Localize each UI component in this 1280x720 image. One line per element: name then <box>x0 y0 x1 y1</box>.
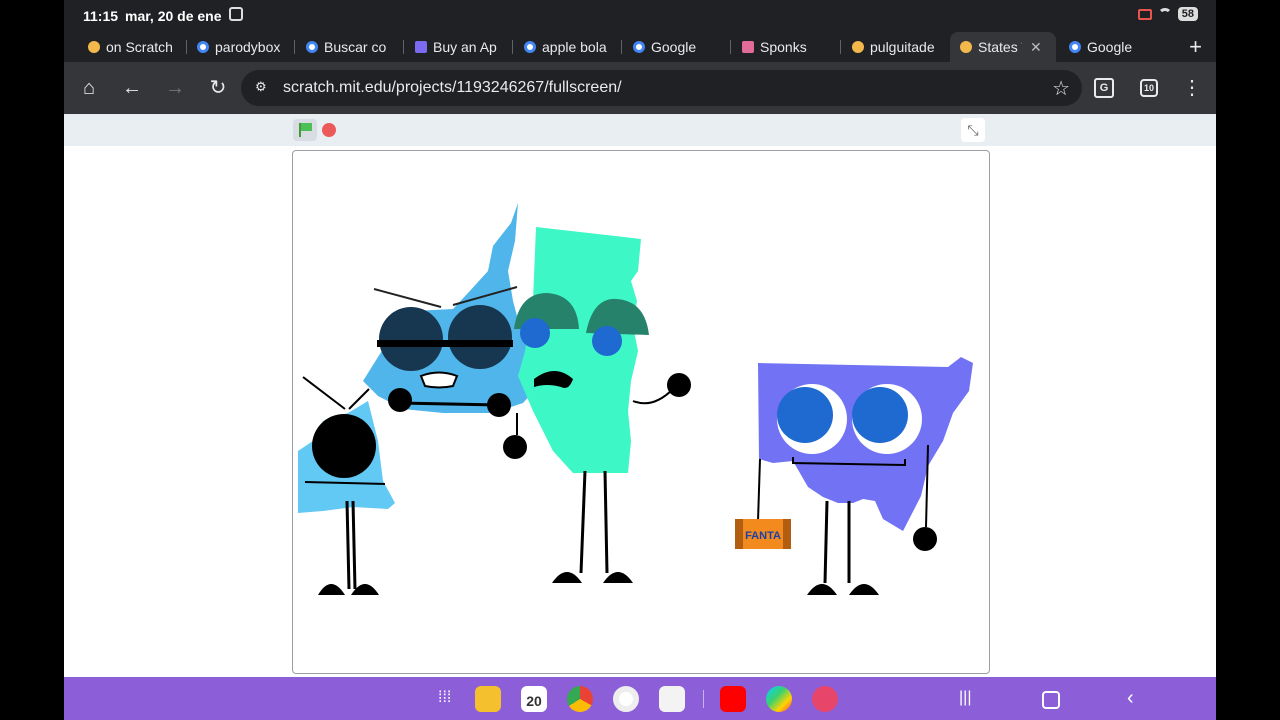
google-icon <box>633 41 645 53</box>
files-app-icon[interactable] <box>475 686 501 712</box>
tab-label: parodybox <box>215 39 281 55</box>
tab-states-active[interactable]: States T ✕ <box>950 32 1056 62</box>
camera-app-icon[interactable] <box>613 686 639 712</box>
tab-google[interactable]: Google <box>633 32 721 62</box>
tab-google-2[interactable]: Google <box>1069 32 1165 62</box>
home-nav-icon[interactable] <box>1042 691 1060 709</box>
google-icon <box>524 41 536 53</box>
tab-strip: on Scratch parodybox Buscar co Buy an Ap… <box>64 32 1216 62</box>
tablet-screen: 11:15 mar, 20 de ene 58 on Scratch parod… <box>64 0 1216 720</box>
scratch-icon <box>960 41 972 53</box>
tab-separator <box>840 40 841 54</box>
fanta-can: FANTA <box>735 519 791 549</box>
tab-label: Google <box>1087 39 1133 55</box>
google-icon <box>306 41 318 53</box>
tab-label: on Scratch <box>106 39 173 55</box>
scratch-icon <box>88 41 100 53</box>
tab-label: pulguitade <box>870 39 935 55</box>
android-nav-bar: ⁞⁞⁞ 20 ||| ‹ <box>64 677 1216 720</box>
sprite-purple-state <box>757 357 973 595</box>
tab-buy-an-app[interactable]: Buy an Ap <box>415 32 503 62</box>
browser-toolbar: ⌂ ← → ↻ ⚙ scratch.mit.edu/projects/11932… <box>64 62 1216 114</box>
sprite-green-state <box>503 227 691 583</box>
tab-label: Sponks <box>760 39 807 55</box>
close-tab-icon[interactable]: ✕ <box>1030 39 1042 56</box>
google-icon <box>197 41 209 53</box>
tab-separator <box>621 40 622 54</box>
date: mar, 20 de ene <box>125 8 222 24</box>
green-flag-button[interactable] <box>293 119 317 141</box>
tab-label: apple bola <box>542 39 607 55</box>
game-app-icon[interactable] <box>659 686 685 712</box>
new-tab-icon[interactable]: + <box>1189 34 1202 60</box>
stage-scene: FANTA <box>298 203 973 595</box>
sprite-small-state <box>298 376 395 595</box>
screenshot-icon <box>229 7 243 21</box>
right-letterbox <box>1216 0 1280 720</box>
nav-divider <box>703 690 704 708</box>
tab-count-button[interactable]: 10 <box>1140 79 1158 97</box>
left-letterbox <box>0 0 64 720</box>
can-label: FANTA <box>745 530 781 542</box>
status-bar: 11:15 mar, 20 de ene 58 <box>64 0 1216 32</box>
tab-separator <box>512 40 513 54</box>
app-drawer-icon[interactable]: ⁞⁞⁞ <box>438 686 451 710</box>
reload-icon[interactable]: ↻ <box>206 76 230 100</box>
tab-separator <box>186 40 187 54</box>
dots-icon <box>415 41 427 53</box>
battery-icon: 58 <box>1177 7 1198 21</box>
calendar-day: 20 <box>526 693 542 709</box>
wifi-icon <box>1157 8 1172 20</box>
sprite-blue-state <box>363 203 543 417</box>
translate-icon[interactable]: G <box>1094 78 1114 98</box>
google-icon <box>1069 41 1081 53</box>
youtube-app-icon[interactable] <box>720 686 746 712</box>
tab-label: States T <box>978 39 1022 55</box>
tab-label: Google <box>651 39 697 55</box>
gallery-app-icon[interactable] <box>812 686 838 712</box>
address-bar[interactable]: ⚙ scratch.mit.edu/projects/1193246267/fu… <box>241 70 1082 106</box>
recents-icon[interactable]: ||| <box>959 686 971 710</box>
clock: 11:15 <box>83 8 119 24</box>
calendar-app-icon[interactable]: 20 <box>521 686 547 712</box>
chrome-app-icon[interactable] <box>567 686 593 712</box>
play-store-icon[interactable] <box>766 686 792 712</box>
cast-icon <box>1137 8 1152 20</box>
tab-parodybox[interactable]: parodybox <box>197 32 283 62</box>
back-icon[interactable]: ← <box>120 76 144 100</box>
site-settings-icon[interactable]: ⚙ <box>255 80 269 94</box>
status-icons: 58 <box>1137 7 1198 21</box>
tab-buscar[interactable]: Buscar co <box>306 32 392 62</box>
tab-separator <box>730 40 731 54</box>
tab-label: Buy an Ap <box>433 39 497 55</box>
tab-separator <box>403 40 404 54</box>
stop-button[interactable] <box>322 123 336 137</box>
home-icon[interactable]: ⌂ <box>77 76 101 100</box>
url-text[interactable]: scratch.mit.edu/projects/1193246267/full… <box>283 79 622 97</box>
tab-label: Buscar co <box>324 39 387 55</box>
scratch-controls-bar: ⤡ <box>64 114 1216 146</box>
exit-fullscreen-button[interactable]: ⤡ <box>961 118 985 142</box>
tab-separator <box>294 40 295 54</box>
bookmark-star-icon[interactable]: ☆ <box>1052 76 1070 101</box>
tab-pulguitade[interactable]: pulguitade <box>852 32 940 62</box>
green-flag-cloth <box>301 123 312 131</box>
tab-apple-bola[interactable]: apple bola <box>524 32 612 62</box>
grid-icon <box>742 41 754 53</box>
scratch-icon <box>852 41 864 53</box>
tab-sponks[interactable]: Sponks <box>742 32 832 62</box>
tab-on-scratch[interactable]: on Scratch <box>88 32 180 62</box>
back-nav-icon[interactable]: ‹ <box>1127 686 1134 710</box>
forward-icon[interactable]: → <box>163 76 187 100</box>
menu-icon[interactable]: ⋮ <box>1182 76 1202 100</box>
scratch-stage[interactable]: FANTA <box>292 150 990 674</box>
